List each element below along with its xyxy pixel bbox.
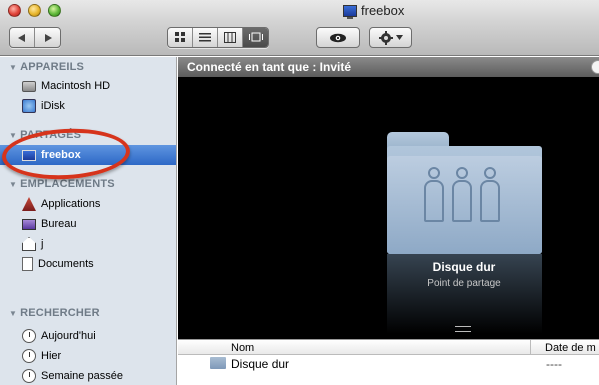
action-menu-button[interactable] <box>369 27 412 48</box>
sidebar-item-label: j <box>41 238 44 250</box>
list-view-button[interactable] <box>193 28 218 47</box>
sidebar-item-label: Hier <box>41 350 62 362</box>
gear-icon <box>378 30 393 45</box>
sidebar-item-label: Aujourd'hui <box>41 330 96 342</box>
forward-button[interactable] <box>35 28 60 47</box>
sidebar-item-documents[interactable]: Documents <box>0 254 176 274</box>
back-arrow-icon <box>18 33 25 42</box>
sidebar-item-label: Documents <box>38 258 94 270</box>
chevron-down-icon <box>395 35 403 40</box>
sidebar-item-applications[interactable]: Applications <box>0 194 176 214</box>
hard-drive-icon <box>22 80 36 92</box>
sidebar-item-label: Bureau <box>41 218 77 230</box>
resize-handle-icon[interactable] <box>455 326 471 332</box>
sidebar-section-shared[interactable]: PARTAGÉS <box>9 129 81 141</box>
view-mode-control <box>167 27 269 48</box>
coverflow-area[interactable]: Disque dur Point de partage <box>178 77 599 339</box>
sidebar-item-last-week[interactable]: Semaine passée <box>0 366 176 385</box>
documents-icon <box>22 257 33 271</box>
coverflow-item-kind: Point de partage <box>427 278 501 289</box>
sidebar-item-bureau[interactable]: Bureau <box>0 214 176 234</box>
window-title-text: freebox <box>361 3 405 18</box>
column-divider[interactable] <box>530 340 531 355</box>
coverflow-view-icon <box>248 32 263 42</box>
column-view-button[interactable] <box>218 28 243 47</box>
list-view-icon <box>199 33 211 42</box>
idisk-icon <box>22 99 36 113</box>
row-date: ---- <box>546 357 562 371</box>
sidebar-item-freebox[interactable]: freebox <box>0 145 176 165</box>
zoom-window-button[interactable] <box>48 4 61 17</box>
connect-as-button[interactable] <box>591 60 599 74</box>
list-column-header: Nom Date de m <box>178 339 599 355</box>
column-header-date[interactable]: Date de m <box>545 342 596 354</box>
sidebar-item-today[interactable]: Aujourd'hui <box>0 326 176 346</box>
sidebar-item-macintosh-hd[interactable]: Macintosh HD <box>0 76 176 96</box>
sidebar-item-label: freebox <box>41 149 81 161</box>
connection-status-bar: Connecté en tant que : Invité <box>178 57 599 77</box>
sidebar-item-label: Applications <box>41 198 101 210</box>
connection-status-text: Connecté en tant que : Invité <box>187 60 352 74</box>
row-name: Disque dur <box>231 357 290 371</box>
clock-icon <box>22 329 36 343</box>
sidebar-item-home[interactable]: j <box>0 234 176 254</box>
window-title: freebox <box>343 3 405 19</box>
forward-arrow-icon <box>44 33 52 42</box>
clock-icon <box>22 369 36 383</box>
table-row[interactable]: Disque dur ---- <box>178 355 599 373</box>
folder-icon <box>210 357 226 369</box>
sidebar: APPAREILS Macintosh HD iDisk PARTAGÉS fr… <box>0 57 177 385</box>
sidebar-item-idisk[interactable]: iDisk <box>0 96 176 116</box>
back-forward-control <box>9 27 61 48</box>
network-computer-icon <box>22 149 36 161</box>
column-view-icon <box>224 32 236 43</box>
eye-icon <box>330 33 346 42</box>
sidebar-section-search[interactable]: RECHERCHER <box>9 307 100 319</box>
coverflow-item-name: Disque dur <box>432 260 496 274</box>
close-window-button[interactable] <box>8 4 21 17</box>
applications-icon <box>22 197 36 211</box>
sidebar-section-places[interactable]: EMPLACEMENTS <box>9 178 115 190</box>
network-computer-icon <box>343 4 357 19</box>
quick-look-button[interactable] <box>316 27 360 48</box>
icon-view-icon <box>174 32 185 42</box>
clock-icon <box>22 349 36 363</box>
desktop-icon <box>22 218 36 230</box>
people-icon <box>418 167 508 227</box>
sidebar-item-label: Macintosh HD <box>41 80 111 92</box>
home-icon <box>22 237 36 251</box>
window-toolbar: freebox <box>0 0 599 56</box>
sidebar-item-yesterday[interactable]: Hier <box>0 346 176 366</box>
back-button[interactable] <box>10 28 35 47</box>
column-header-name[interactable]: Nom <box>231 342 254 354</box>
sidebar-item-label: iDisk <box>41 100 65 112</box>
minimize-window-button[interactable] <box>28 4 41 17</box>
sidebar-item-label: Semaine passée <box>41 370 123 382</box>
sidebar-section-devices[interactable]: APPAREILS <box>9 61 84 73</box>
coverflow-view-button[interactable] <box>243 28 268 47</box>
icon-view-button[interactable] <box>168 28 193 47</box>
